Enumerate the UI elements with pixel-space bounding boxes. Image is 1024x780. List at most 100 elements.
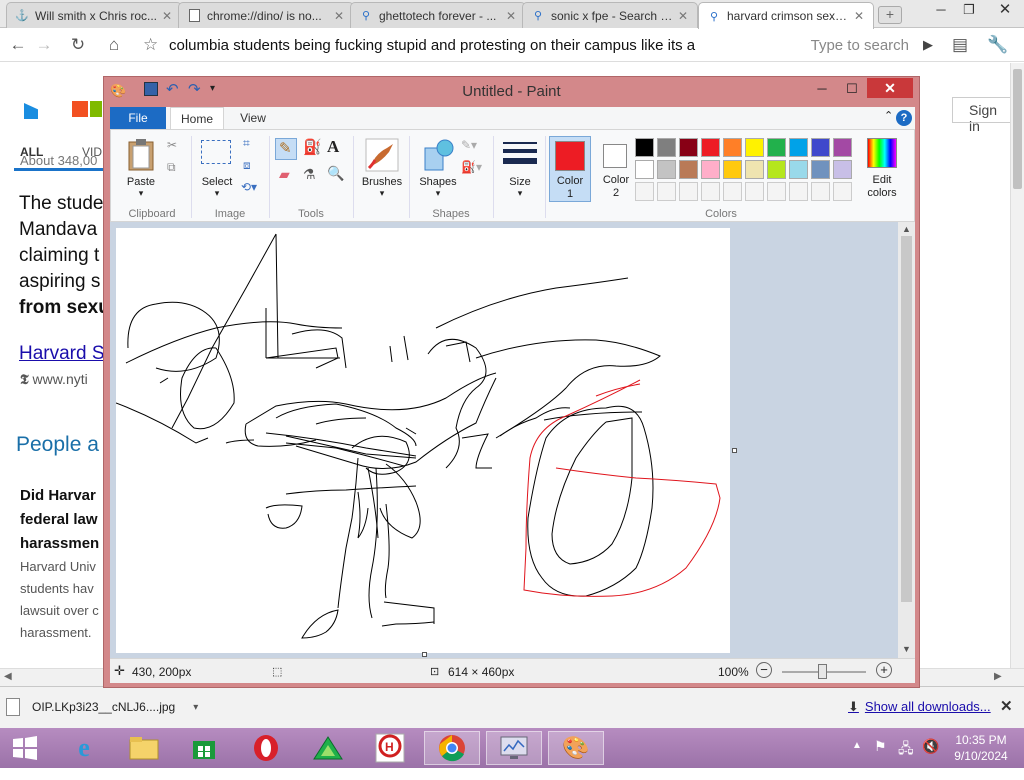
help-icon[interactable]: ? [896, 110, 912, 126]
close-icon[interactable]: ✕ [161, 9, 173, 23]
play-arrow-icon[interactable]: ▶ [923, 37, 933, 53]
start-button[interactable] [0, 731, 50, 765]
internet-explorer-app[interactable]: e [56, 731, 112, 765]
chevron-down-icon[interactable]: ▾ [193, 702, 198, 713]
red-logo-app[interactable]: H [362, 731, 418, 765]
browser-tab-5-active[interactable]: ⚲ harvard crimson sexu... ✕ [698, 2, 874, 29]
scroll-right-icon[interactable]: ▶ [994, 671, 1002, 682]
restore-icon[interactable]: ❐ [954, 0, 984, 20]
sign-in-button[interactable]: Sign in [952, 97, 1010, 134]
palette-swatch[interactable] [723, 160, 742, 179]
bookmark-star-icon[interactable]: ☆ [143, 35, 158, 55]
magnifier-icon[interactable]: 🔍 [327, 165, 344, 182]
pencil-tool[interactable]: ✎ [275, 138, 297, 160]
opera-app[interactable] [238, 731, 294, 765]
palette-swatch[interactable] [833, 160, 852, 179]
close-window-icon[interactable]: ✕ [867, 78, 913, 98]
fill-icon[interactable]: ⛽▾ [461, 160, 482, 174]
size-button[interactable]: Size ▾ [497, 136, 543, 200]
edit-colors-button[interactable]: Edit colors [857, 136, 909, 202]
palette-swatch[interactable] [767, 138, 786, 157]
address-bar[interactable]: ☆ columbia students being fucking stupid… [140, 32, 940, 58]
forward-arrow-icon[interactable]: → [32, 34, 56, 56]
copy-icon[interactable]: ⧉ [167, 160, 176, 175]
new-tab-button[interactable]: + [878, 6, 902, 24]
minimize-icon[interactable]: ─ [808, 79, 836, 99]
palette-swatch[interactable] [723, 138, 742, 157]
custom-color-slot[interactable] [657, 182, 676, 201]
brushes-button[interactable]: Brushes ▾ [357, 136, 407, 200]
palette-swatch[interactable] [745, 160, 764, 179]
store-app[interactable] [176, 731, 232, 765]
flag-icon[interactable]: ⚑ [874, 738, 887, 778]
palette-swatch[interactable] [789, 160, 808, 179]
close-icon[interactable]: ✕ [333, 9, 345, 23]
close-icon[interactable]: ✕ [677, 9, 689, 23]
paste-button[interactable]: Paste ▾ [119, 136, 167, 200]
paint-app[interactable]: 🎨 [548, 731, 604, 765]
close-window-icon[interactable]: ✕ [990, 0, 1020, 20]
custom-color-slot[interactable] [679, 182, 698, 201]
browser-tab-1[interactable]: ⚓ Will smith x Chris roc... ✕ [6, 2, 182, 28]
resize-icon[interactable]: ⧈ [243, 158, 251, 173]
result-link[interactable]: Harvard S [19, 343, 105, 365]
palette-swatch[interactable] [635, 138, 654, 157]
show-hidden-icons[interactable]: ▲ [852, 740, 862, 780]
minimize-ribbon-icon[interactable]: ⌃ [884, 109, 893, 122]
clock[interactable]: 10:35 PM 9/10/2024 [946, 732, 1016, 772]
custom-color-slot[interactable] [811, 182, 830, 201]
rotate-icon[interactable]: ⟲▾ [241, 180, 257, 194]
zoom-slider-thumb[interactable] [818, 664, 827, 679]
task-manager-app[interactable] [486, 731, 542, 765]
resize-handle[interactable] [422, 652, 427, 657]
palette-swatch[interactable] [789, 138, 808, 157]
fill-bucket-icon[interactable]: ⛽ [303, 138, 322, 156]
canvas-vertical-scrollbar[interactable]: ▲ ▼ [898, 222, 915, 658]
palette-swatch[interactable] [811, 160, 830, 179]
home-tab[interactable]: Home [170, 107, 224, 129]
file-explorer-app[interactable] [116, 731, 172, 765]
outline-icon[interactable]: ✎▾ [461, 138, 477, 152]
download-item[interactable]: OIP.LKp3i23__cNLJ6....jpg ▾ [6, 693, 206, 721]
chrome-app[interactable] [424, 731, 480, 765]
select-button[interactable]: Select ▾ [195, 136, 241, 200]
palette-swatch[interactable] [679, 160, 698, 179]
resize-handle[interactable] [732, 448, 737, 453]
crop-icon[interactable]: ⌗ [243, 136, 250, 151]
page-vertical-scrollbar[interactable] [1010, 63, 1024, 668]
palette-swatch[interactable] [635, 160, 654, 179]
cut-icon[interactable]: ✂ [167, 138, 177, 152]
paint-title-bar[interactable]: 🎨 ↶ ↷ ▾ Untitled - Paint ─ ☐ ✕ [104, 77, 919, 105]
palette-swatch[interactable] [701, 138, 720, 157]
browser-tab-3[interactable]: ⚲ ghettotech forever - ... ✕ [350, 2, 526, 28]
view-tab[interactable]: View [228, 107, 278, 129]
scroll-down-icon[interactable]: ▼ [902, 644, 911, 654]
custom-color-slot[interactable] [767, 182, 786, 201]
custom-color-slot[interactable] [789, 182, 808, 201]
home-icon[interactable]: ⌂ [102, 34, 126, 56]
reload-icon[interactable]: ↻ [66, 34, 90, 56]
wrench-icon[interactable]: 🔧 [986, 34, 1010, 56]
browser-tab-4[interactable]: ⚲ sonic x fpe - Search I... ✕ [522, 2, 698, 28]
color1-button[interactable]: Color 1 [549, 136, 591, 202]
scroll-thumb[interactable] [901, 236, 912, 602]
close-icon[interactable]: ✕ [505, 9, 517, 23]
custom-color-slot[interactable] [701, 182, 720, 201]
show-all-downloads-link[interactable]: ⬇ Show all downloads... [848, 699, 991, 715]
file-tab[interactable]: File [110, 107, 166, 129]
palette-swatch[interactable] [701, 160, 720, 179]
network-icon[interactable]: 🖧 [898, 738, 914, 778]
palette-swatch[interactable] [679, 138, 698, 157]
drawing-canvas[interactable] [116, 228, 730, 653]
close-icon[interactable]: ✕ [853, 9, 865, 23]
custom-color-slot[interactable] [635, 182, 654, 201]
close-downloads-icon[interactable]: ✕ [1000, 697, 1013, 715]
palette-swatch[interactable] [657, 138, 676, 157]
zoom-in-icon[interactable]: + [876, 662, 892, 678]
volume-icon[interactable]: 🔇 [922, 738, 939, 778]
color-picker-icon[interactable]: ⚗ [303, 166, 316, 183]
green-triangle-app[interactable] [300, 731, 356, 765]
palette-swatch[interactable] [745, 138, 764, 157]
palette-swatch[interactable] [767, 160, 786, 179]
palette-swatch[interactable] [811, 138, 830, 157]
